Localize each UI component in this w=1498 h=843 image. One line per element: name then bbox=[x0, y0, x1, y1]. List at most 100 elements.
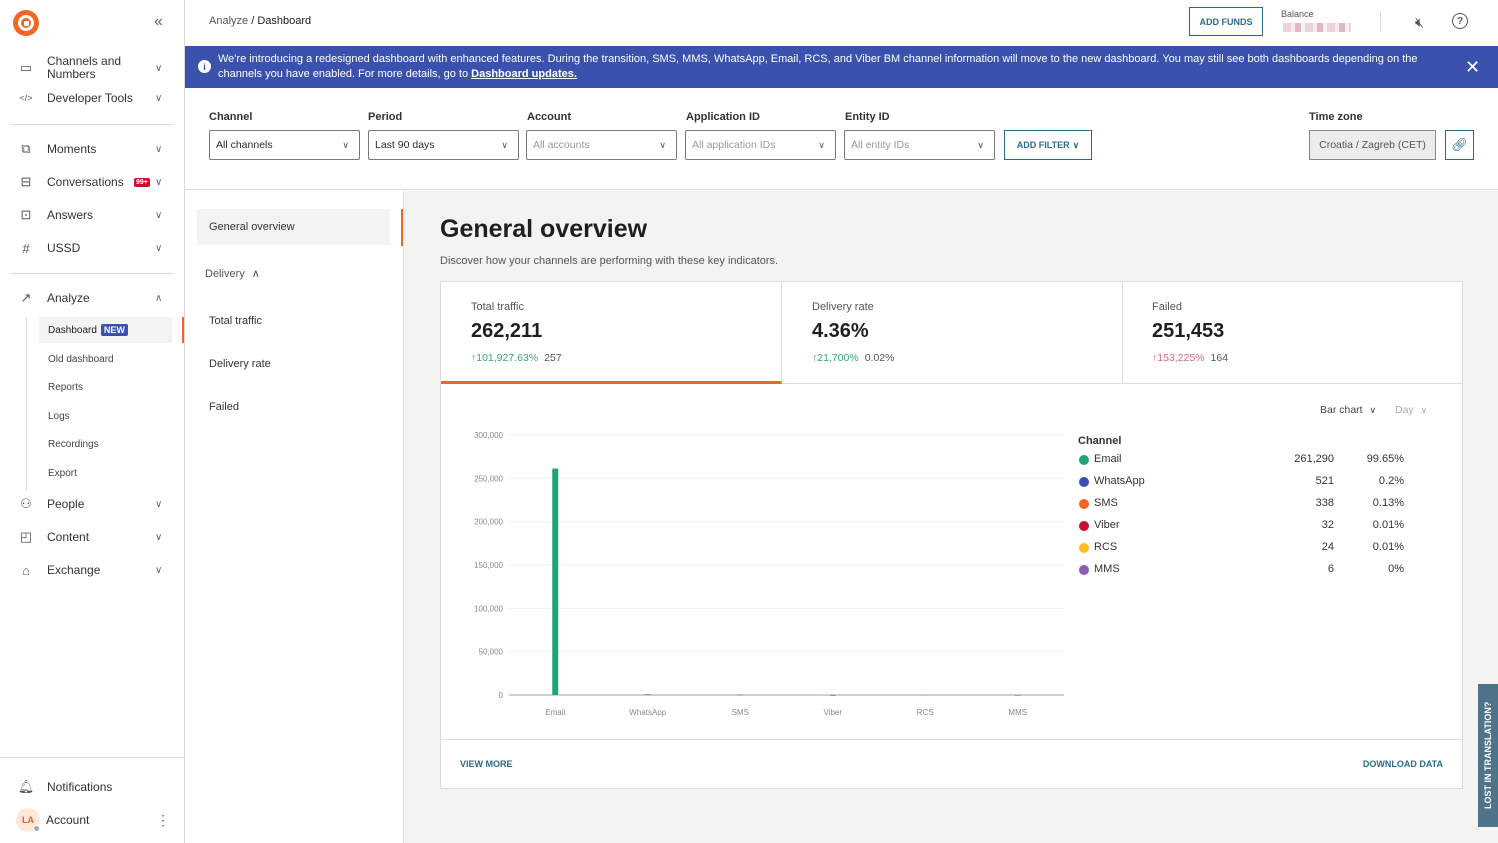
sidebar-item-analyze[interactable]: ↗ Analyze ∧ bbox=[0, 283, 184, 313]
legend-name: Email bbox=[1094, 453, 1122, 465]
banner-text: We're introducing a redesigned dashboard… bbox=[218, 52, 1438, 82]
section-total-traffic[interactable]: Total traffic bbox=[197, 303, 390, 339]
info-icon: i bbox=[198, 60, 211, 73]
download-data-link[interactable]: DOWNLOAD DATA bbox=[1363, 759, 1443, 769]
kpi-value: 262,211 bbox=[471, 320, 543, 342]
chart-type-value: Bar chart bbox=[1320, 404, 1363, 416]
bot-icon: ⊡ bbox=[20, 207, 32, 222]
help-icon[interactable]: ? bbox=[1452, 13, 1468, 29]
legend-item[interactable]: Viber 32 0.01% bbox=[1078, 517, 1428, 539]
kpi-delivery-rate[interactable]: Delivery rate 4.36% ↑21,700% 0.02% bbox=[782, 282, 1123, 384]
application-id-select[interactable]: All application IDs ∨ bbox=[685, 130, 836, 160]
sidebar-item-channels[interactable]: ▭ Channels and Numbers ∨ bbox=[0, 50, 184, 86]
breadcrumb-separator: / bbox=[248, 15, 258, 27]
granularity-select[interactable]: Day ∨ bbox=[1395, 404, 1427, 416]
legend-count: 261,290 bbox=[1294, 453, 1334, 465]
link-icon[interactable]: 🔗︎ bbox=[1445, 130, 1474, 160]
dashboard-updates-link[interactable]: Dashboard updates. bbox=[471, 68, 577, 80]
breadcrumb-parent[interactable]: Analyze bbox=[209, 15, 248, 27]
sidebar-item-label: People bbox=[47, 496, 85, 511]
chevron-down-icon: ∨ bbox=[501, 139, 508, 150]
section-failed[interactable]: Failed bbox=[197, 389, 390, 425]
overview-card: Total traffic 262,211 ↑101,927.63% 257 De… bbox=[440, 281, 1463, 789]
x-tick-label: MMS bbox=[1008, 708, 1027, 717]
legend-item[interactable]: RCS 24 0.01% bbox=[1078, 539, 1428, 561]
sound-muted-icon[interactable]: 🔇︎ bbox=[1415, 14, 1424, 31]
sidebar-item-exchange[interactable]: ⌂ Exchange ∨ bbox=[0, 555, 184, 585]
chevron-down-icon: ∨ bbox=[155, 209, 163, 221]
analytics-icon: ↗ bbox=[20, 290, 32, 305]
legend-item[interactable]: MMS 6 0% bbox=[1078, 561, 1428, 583]
add-funds-button[interactable]: ADD FUNDS bbox=[1189, 7, 1263, 36]
sidebar-item-moments[interactable]: ⧉ Moments ∨ bbox=[0, 134, 184, 164]
timezone-field: Croatia / Zagreb (CET) bbox=[1309, 130, 1436, 160]
kpi-total-traffic[interactable]: Total traffic 262,211 ↑101,927.63% 257 bbox=[441, 282, 782, 384]
exchange-icon: ⌂ bbox=[22, 562, 30, 578]
sidebar-subitem-old-dashboard[interactable]: Old dashboard bbox=[39, 346, 172, 372]
chart-type-select[interactable]: Bar chart ∨ bbox=[1320, 404, 1376, 416]
logo[interactable] bbox=[13, 10, 39, 36]
x-tick-label: RCS bbox=[917, 708, 934, 717]
bell-icon: 🔔︎ bbox=[17, 779, 35, 794]
sidebar-item-developer-tools[interactable]: </> Developer Tools ∨ bbox=[0, 83, 184, 113]
y-tick-label: 0 bbox=[499, 691, 504, 700]
sidebar-item-notifications[interactable]: 🔔︎ Notifications bbox=[0, 772, 184, 802]
section-general-overview[interactable]: General overview bbox=[197, 209, 390, 245]
sidebar-subitem-export[interactable]: Export bbox=[39, 460, 172, 486]
close-icon[interactable]: ✕ bbox=[1465, 57, 1480, 78]
legend-dot bbox=[1079, 477, 1089, 487]
legend-name: Viber bbox=[1094, 519, 1120, 531]
balance-label: Balance bbox=[1281, 9, 1314, 19]
more-options-icon[interactable]: ⋮ bbox=[156, 812, 170, 829]
view-more-link[interactable]: VIEW MORE bbox=[460, 759, 513, 769]
section-group-delivery[interactable]: Delivery ∧ bbox=[205, 267, 260, 280]
legend-dot bbox=[1079, 455, 1089, 465]
chevron-down-icon: ∨ bbox=[977, 139, 984, 150]
legend-count: 24 bbox=[1321, 541, 1334, 553]
legend-percent: 0.2% bbox=[1378, 475, 1404, 487]
new-badge: NEW bbox=[100, 324, 128, 336]
double-chevron-left-icon[interactable]: « bbox=[154, 13, 163, 31]
sidebar-item-conversations[interactable]: ⊟ Conversations 99+ ∨ bbox=[0, 167, 184, 197]
section-delivery-rate[interactable]: Delivery rate bbox=[197, 346, 390, 382]
legend-name: SMS bbox=[1094, 497, 1118, 509]
entity-id-label: Entity ID bbox=[845, 111, 890, 123]
sidebar-subitem-recordings[interactable]: Recordings bbox=[39, 431, 172, 457]
legend-name: MMS bbox=[1094, 563, 1120, 575]
active-indicator bbox=[182, 317, 184, 343]
sidebar-subitem-logs[interactable]: Logs bbox=[39, 403, 172, 429]
sidebar-item-ussd[interactable]: # USSD ∨ bbox=[0, 233, 184, 263]
kpi-failed[interactable]: Failed 251,453 ↑153,225% 164 bbox=[1122, 282, 1462, 384]
y-tick-label: 250,000 bbox=[474, 474, 503, 483]
kpi-previous: 0.02% bbox=[864, 352, 895, 364]
legend-item[interactable]: WhatsApp 521 0.2% bbox=[1078, 473, 1428, 495]
granularity-value: Day bbox=[1395, 404, 1414, 416]
legend-name: RCS bbox=[1094, 541, 1118, 553]
sidebar-item-label: Channels and Numbers bbox=[47, 54, 122, 81]
legend-item[interactable]: Email 261,290 99.65% bbox=[1078, 451, 1428, 473]
legend-item[interactable]: SMS 338 0.13% bbox=[1078, 495, 1428, 517]
sidebar-item-answers[interactable]: ⊡ Answers ∨ bbox=[0, 200, 184, 230]
bar-chart: 0 50,000 100,000 150,000 200,000 250,000 300,0… bbox=[474, 431, 1064, 717]
sidebar-subitem-reports[interactable]: Reports bbox=[39, 374, 172, 400]
feedback-tab[interactable]: LOST IN TRANSLATION? bbox=[1478, 684, 1498, 827]
sidebar-subitem-dashboard[interactable]: Dashboard NEW bbox=[39, 317, 172, 343]
entity-id-select[interactable]: All entity IDs ∨ bbox=[844, 130, 995, 160]
divider bbox=[11, 124, 173, 125]
top-bar: Analyze / Dashboard ADD FUNDS Balance 🔇︎… bbox=[185, 0, 1498, 46]
sidebar-item-label: Conversations bbox=[47, 174, 124, 189]
sidebar-item-content[interactable]: ◰ Content ∨ bbox=[0, 522, 184, 552]
account-select[interactable]: All accounts ∨ bbox=[526, 130, 677, 160]
section-group-label: Delivery bbox=[205, 268, 245, 280]
sidebar-item-account[interactable]: Account bbox=[0, 805, 150, 835]
add-filter-button[interactable]: ADD FILTER ∨ bbox=[1004, 130, 1092, 160]
sidebar-item-people[interactable]: ⚇ People ∨ bbox=[0, 489, 184, 519]
period-select[interactable]: Last 90 days ∨ bbox=[368, 130, 519, 160]
notification-badge: 99+ bbox=[134, 177, 150, 187]
legend-count: 32 bbox=[1321, 519, 1334, 531]
y-tick-label: 150,000 bbox=[474, 561, 503, 570]
sidebar-item-label: Moments bbox=[47, 141, 97, 156]
legend-count: 6 bbox=[1327, 563, 1334, 575]
subitem-label: Dashboard bbox=[48, 324, 97, 336]
channel-select[interactable]: All channels ∨ bbox=[209, 130, 360, 160]
